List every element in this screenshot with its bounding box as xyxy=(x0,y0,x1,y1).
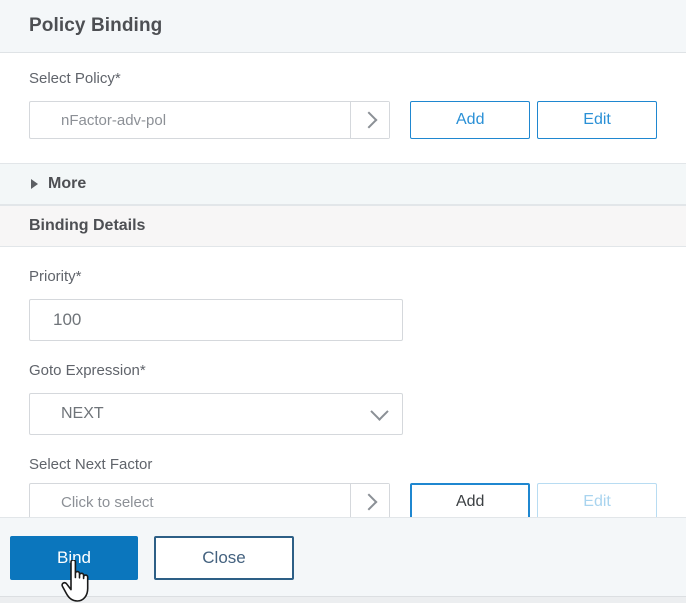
priority-field-block: Priority* 100 xyxy=(0,247,686,361)
panel-header: Policy Binding xyxy=(0,0,686,53)
binding-details-label: Binding Details xyxy=(29,217,146,234)
select-next-factor-label: Select Next Factor xyxy=(29,456,153,473)
panel-footer: Bind Close xyxy=(0,517,686,603)
policy-binding-panel: Policy Binding Select Policy* nFactor-ad… xyxy=(0,0,686,603)
select-next-factor-picker[interactable]: Click to select xyxy=(29,483,391,517)
goto-expression-field-block: Goto Expression* NEXT xyxy=(0,361,686,455)
select-policy-open-button[interactable] xyxy=(350,102,390,138)
goto-expression-value: NEXT xyxy=(61,405,104,422)
goto-expression-select[interactable]: NEXT xyxy=(29,393,403,435)
select-policy-value: nFactor-adv-pol xyxy=(61,111,167,129)
select-next-factor-value: Click to select xyxy=(61,493,154,511)
priority-label: Priority* xyxy=(29,268,82,285)
page-title: Policy Binding xyxy=(29,15,163,36)
select-next-factor-edit-button: Edit xyxy=(537,483,657,517)
priority-input[interactable]: 100 xyxy=(29,299,403,341)
select-policy-picker[interactable]: nFactor-adv-pol xyxy=(29,101,391,139)
select-next-factor-field-block: Select Next Factor Click to select Add E… xyxy=(0,455,686,517)
select-next-factor-row: Click to select Add Edit xyxy=(29,483,657,517)
select-next-factor-open-button[interactable] xyxy=(350,484,390,517)
panel-body: Select Policy* nFactor-adv-pol Add Edit … xyxy=(0,53,686,517)
more-label: More xyxy=(48,175,87,192)
triangle-right-icon xyxy=(31,179,38,189)
footer-bottom-strip xyxy=(0,597,686,603)
binding-details-section-header: Binding Details xyxy=(0,205,686,247)
more-expander[interactable]: More xyxy=(0,163,686,205)
chevron-down-icon xyxy=(370,401,389,421)
goto-expression-label: Goto Expression* xyxy=(29,362,146,379)
select-policy-add-button[interactable]: Add xyxy=(410,101,531,139)
chevron-right-icon xyxy=(360,493,378,511)
select-policy-label: Select Policy* xyxy=(29,70,121,87)
chevron-right-icon xyxy=(360,111,378,129)
close-button[interactable]: Close xyxy=(154,536,294,580)
select-next-factor-add-button[interactable]: Add xyxy=(410,483,531,517)
select-policy-edit-button[interactable]: Edit xyxy=(537,101,657,139)
select-policy-field-block: Select Policy* nFactor-adv-pol Add Edit xyxy=(0,53,686,163)
bind-button[interactable]: Bind xyxy=(10,536,138,580)
select-policy-row: nFactor-adv-pol Add Edit xyxy=(29,101,657,139)
